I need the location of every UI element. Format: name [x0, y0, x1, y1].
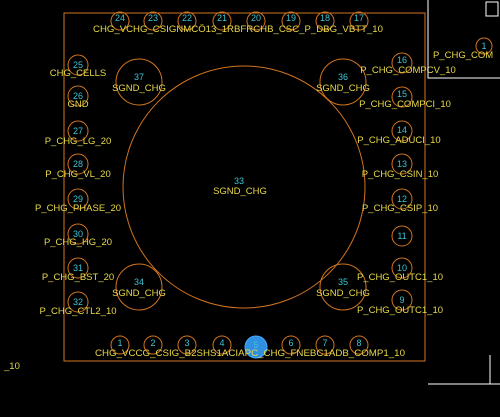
- svg-text:P_CHG_HG_20: P_CHG_HG_20: [44, 237, 112, 248]
- left-pad-31[interactable]: 31P_CHG_BST_20: [42, 257, 114, 283]
- svg-text:P_CHG_CSIN_10: P_CHG_CSIN_10: [362, 169, 439, 180]
- svg-text:24: 24: [115, 13, 125, 23]
- right-pad-15[interactable]: 15P_CHG_COMPCI_10: [359, 86, 451, 110]
- svg-text:CHG_CELLS: CHG_CELLS: [50, 68, 107, 79]
- svg-text:P_CHG_CSIP_10: P_CHG_CSIP_10: [362, 203, 438, 214]
- left-pad-30[interactable]: 30P_CHG_HG_20: [44, 223, 112, 248]
- left-pad-27[interactable]: 27P_CHG_LG_20: [45, 120, 112, 147]
- svg-text:9: 9: [399, 295, 404, 305]
- left-pad-28[interactable]: 28P_CHG_VL_20: [45, 153, 111, 180]
- svg-text:35: 35: [338, 277, 348, 287]
- right-pad-10[interactable]: 10P_CHG_OUTC1_10: [357, 257, 443, 283]
- svg-text:GND: GND: [67, 99, 88, 110]
- svg-text:22: 22: [182, 13, 192, 23]
- svg-text:11: 11: [397, 231, 406, 241]
- right-pad-14[interactable]: 14P_CHG_ADUCI_10: [357, 120, 441, 146]
- svg-text:3: 3: [184, 338, 189, 348]
- svg-text:17: 17: [354, 13, 364, 23]
- left-pad-26[interactable]: 26GND: [67, 85, 89, 110]
- right-pad-13[interactable]: 13P_CHG_CSIN_10: [362, 153, 439, 180]
- svg-text:16: 16: [397, 55, 407, 65]
- svg-text:27: 27: [73, 126, 83, 136]
- right-pad-11[interactable]: 11: [391, 225, 413, 247]
- svg-text:21: 21: [217, 13, 227, 23]
- svg-text:SGND_CHG: SGND_CHG: [316, 83, 370, 94]
- svg-text:2: 2: [150, 338, 155, 348]
- svg-text:1: 1: [117, 338, 122, 348]
- svg-text:37: 37: [134, 72, 144, 82]
- svg-text:P_CHG_COMPCI_10: P_CHG_COMPCI_10: [359, 99, 451, 110]
- svg-text:6: 6: [288, 338, 293, 348]
- svg-text:P_CHG_VL_20: P_CHG_VL_20: [45, 169, 110, 180]
- corner-pad-br[interactable]: 35 SGND_CHG: [316, 263, 370, 311]
- bottom-net-labels: CHG_VCCG_CSIG_B2SHS1ACIAPC_CHG_FNEBC1ADB…: [95, 348, 405, 359]
- svg-text:13: 13: [397, 159, 407, 169]
- svg-text:P_CHG_OUTC1_10: P_CHG_OUTC1_10: [357, 272, 443, 283]
- svg-text:8: 8: [356, 338, 361, 348]
- svg-text:P_CHG_LG_20: P_CHG_LG_20: [45, 136, 112, 147]
- svg-text:18: 18: [320, 13, 330, 23]
- svg-text:20: 20: [251, 13, 261, 23]
- svg-text:28: 28: [73, 159, 83, 169]
- left-pad-25[interactable]: 25CHG_CELLS: [50, 54, 107, 79]
- svg-text:7: 7: [322, 338, 327, 348]
- svg-text:34: 34: [134, 277, 144, 287]
- neighbor-net-label: P_CHG_COM: [433, 50, 493, 61]
- svg-text:23: 23: [148, 13, 158, 23]
- right-pad-12[interactable]: 12P_CHG_CSIP_10: [362, 188, 438, 214]
- svg-text:SGND_CHG: SGND_CHG: [112, 83, 166, 94]
- svg-text:SGND_CHG: SGND_CHG: [316, 288, 370, 299]
- svg-text:P_CHG_COMPCV_10: P_CHG_COMPCV_10: [360, 65, 456, 76]
- left-pad-32[interactable]: 32P_CHG_CTL2_10: [39, 291, 117, 317]
- svg-text:P_CHG_OUTC1_10: P_CHG_OUTC1_10: [357, 305, 443, 316]
- svg-text:14: 14: [397, 125, 407, 135]
- corner-pad-tl[interactable]: 37 SGND_CHG: [112, 58, 166, 106]
- svg-text:15: 15: [397, 89, 407, 99]
- svg-text:19: 19: [286, 13, 296, 23]
- svg-text:P_CHG_BST_20: P_CHG_BST_20: [42, 272, 114, 283]
- svg-text:P_CHG_ADUCI_10: P_CHG_ADUCI_10: [357, 135, 440, 146]
- svg-text:4: 4: [219, 338, 224, 348]
- top-net-labels: CHG_VCHG_CSIGNMCÖ13_1RBFRCHB_CSC_P_DBG_V…: [93, 24, 383, 35]
- left-edge-label: _10: [3, 361, 20, 372]
- svg-text:SGND_CHG: SGND_CHG: [112, 288, 166, 299]
- corner-pad-bl[interactable]: 34 SGND_CHG: [112, 263, 166, 311]
- center-pad-number: 33: [234, 176, 244, 186]
- svg-text:P_CHG_PHASE_20: P_CHG_PHASE_20: [35, 203, 121, 214]
- center-pad-net: SGND_CHG: [213, 186, 267, 197]
- svg-text:P_CHG_CTL2_10: P_CHG_CTL2_10: [39, 306, 116, 317]
- neighbor-component-marker: [485, 1, 499, 17]
- svg-text:36: 36: [338, 72, 348, 82]
- left-pad-29[interactable]: 29P_CHG_PHASE_20: [35, 188, 121, 214]
- pcb-footprint-canvas: 33 SGND_CHG 37 SGND_CHG 36 SGND_CHG 34 S…: [3, 0, 500, 385]
